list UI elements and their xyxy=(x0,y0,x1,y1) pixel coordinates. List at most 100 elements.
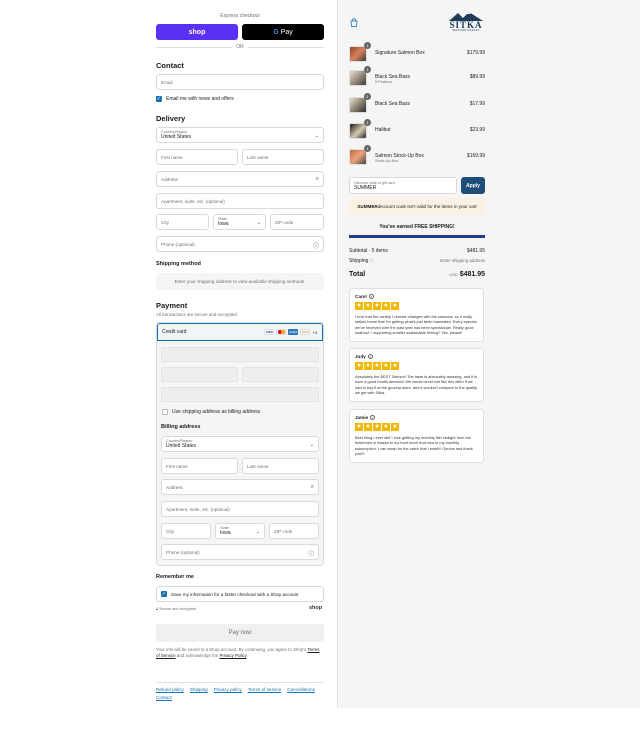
product-thumbnail xyxy=(349,123,367,139)
expiry-field[interactable] xyxy=(161,367,238,382)
verified-icon: ✓ xyxy=(367,354,373,359)
item-name: Signature Salmon Box xyxy=(375,50,425,56)
billing-city-field[interactable]: City xyxy=(161,523,211,539)
discount-code-field[interactable]: Discount code or gift card SUMMER xyxy=(349,177,457,194)
pay-now-button[interactable]: Pay now xyxy=(156,624,324,642)
terms-of-service-link[interactable]: Terms of service xyxy=(248,687,281,692)
contact-link[interactable]: Contact xyxy=(156,695,172,700)
last-name-field[interactable]: Last name xyxy=(242,149,324,165)
total-row: Total USD $481.95 xyxy=(349,271,485,278)
delivery-heading: Delivery xyxy=(156,114,186,123)
shop-pay-button[interactable]: shop xyxy=(156,24,238,40)
card-logos: VISA AMEX DISC +4 xyxy=(264,329,317,335)
secure-label-row: 🔒︎ Secure and encrypted xyxy=(156,607,196,611)
review-text: I love that the variety I receive change… xyxy=(355,314,477,336)
product-thumbnail xyxy=(349,70,367,86)
cancellations-link[interactable]: Cancellations xyxy=(287,687,315,692)
visa-icon: VISA xyxy=(264,329,275,335)
credit-card-option[interactable]: Credit card VISA AMEX DISC +4 xyxy=(157,323,323,341)
shipping-method-message: Enter your shipping address to view avai… xyxy=(156,273,324,290)
billing-country-select[interactable]: Country/Region United States ⌄ xyxy=(161,436,319,452)
apartment-field[interactable]: Apartment, suite, etc. (optional) xyxy=(156,193,324,209)
state-select[interactable]: State Iowa ⌄ xyxy=(213,214,266,230)
remember-heading: Remember me xyxy=(156,574,194,580)
sitka-logo[interactable]: SITKA SEAFOOD MARKET xyxy=(448,12,484,32)
phone-field[interactable]: Phone (optional) ⓘ xyxy=(156,236,324,252)
billing-state-select[interactable]: State Iowa ⌄ xyxy=(215,523,265,539)
or-label: OR xyxy=(236,44,244,50)
billing-zip-field[interactable]: ZIP code xyxy=(269,523,319,539)
billing-apartment-field[interactable]: Apartment, suite, etc. (optional) xyxy=(161,501,319,517)
first-name-field[interactable]: First name xyxy=(156,149,238,165)
billing-country-value: United States xyxy=(166,443,197,449)
country-select[interactable]: Country/Region United States ⌄ xyxy=(156,127,324,143)
apply-discount-button[interactable]: Apply xyxy=(461,177,485,194)
cart-item: 1 Halibut $23.99 xyxy=(349,119,485,141)
news-checkbox[interactable]: ✓ xyxy=(156,96,162,102)
address-field[interactable]: Address ⌕ xyxy=(156,171,324,187)
free-shipping-message: You've earned FREE SHIPPING! xyxy=(379,224,455,230)
billing-first-name-field[interactable]: First name xyxy=(161,458,238,474)
help-icon[interactable]: ⓘ xyxy=(308,549,314,558)
discount-warning: SUMMER discount code isn't valid for the… xyxy=(349,198,485,215)
subtotal-row: Subtotal · 5 items $481.95 xyxy=(349,248,485,254)
google-pay-button[interactable]: G Pay xyxy=(242,24,324,40)
reviewer-name-row: Judy ✓ xyxy=(355,354,478,359)
email-field[interactable]: Email xyxy=(156,74,324,90)
fine-print: Your info will be saved to a Shop accoun… xyxy=(156,647,324,659)
search-icon: ⌕ xyxy=(315,176,319,182)
product-thumbnail xyxy=(349,149,367,165)
billing-same-checkbox[interactable] xyxy=(162,409,168,415)
quantity-badge: 1 xyxy=(364,119,371,126)
reviewer-name-row: Jamie ✓ xyxy=(355,415,478,420)
shopping-bag-icon[interactable] xyxy=(350,18,358,29)
reviewer-name: Judy xyxy=(355,354,366,359)
security-code-field[interactable] xyxy=(242,367,319,382)
billing-phone-field[interactable]: Phone (optional) ⓘ xyxy=(161,544,319,560)
privacy-policy-link[interactable]: Privacy policy xyxy=(214,687,242,692)
save-info-checkbox[interactable]: ✓ xyxy=(161,591,167,597)
star-rating: ★ ★ ★ ★ ★ xyxy=(355,362,399,370)
privacy-link[interactable]: Privacy Policy xyxy=(219,653,246,658)
mastercard-icon xyxy=(276,329,287,335)
google-g-icon: G xyxy=(273,28,279,36)
shop-logo: shop xyxy=(309,605,323,611)
free-shipping-progress xyxy=(349,235,485,238)
city-field[interactable]: City xyxy=(156,214,209,230)
billing-address-placeholder: Address xyxy=(166,484,183,490)
news-checkbox-row[interactable]: ✓ Email me with news and offers xyxy=(156,96,234,102)
address-placeholder: Address xyxy=(161,176,178,182)
refund-policy-link[interactable]: Refund policy xyxy=(156,687,184,692)
billing-last-name-field[interactable]: Last name xyxy=(242,458,319,474)
subtotal-value: $481.95 xyxy=(466,248,485,254)
shipping-link[interactable]: Shipping xyxy=(190,687,208,692)
name-on-card-field[interactable] xyxy=(161,387,319,402)
verified-icon: ✓ xyxy=(368,294,374,299)
quantity-badge: 1 xyxy=(364,145,371,152)
help-icon[interactable]: ⓘ xyxy=(313,241,319,250)
amex-icon: AMEX xyxy=(288,329,299,335)
star-rating: ★ ★ ★ ★ ★ xyxy=(355,302,399,310)
save-info-row[interactable]: ✓ Save my information for a faster check… xyxy=(156,586,324,602)
verified-icon: ✓ xyxy=(370,415,376,420)
product-thumbnail xyxy=(349,46,367,62)
state-value: Iowa xyxy=(218,221,229,227)
footer-links: Refund policy Shipping Privacy policy Terms… xyxy=(156,682,324,702)
star-rating: ★ ★ ★ ★ ★ xyxy=(355,423,399,431)
card-number-field[interactable] xyxy=(161,347,319,362)
billing-address-field[interactable]: Address ⌕ xyxy=(161,479,319,495)
review-text: Best thing I ever did! I love getting my… xyxy=(355,435,473,457)
review-card: Carol ✓ ★ ★ ★ ★ ★ I love that the variety I r… xyxy=(349,288,484,342)
item-price: $23.99 xyxy=(469,127,485,133)
billing-state-value: Iowa xyxy=(220,530,231,536)
reviewer-name: Carol xyxy=(355,294,367,299)
billing-same-row[interactable]: Use shipping address as billing address xyxy=(162,409,260,415)
review-card: Judy ✓ ★ ★ ★ ★ ★ Absolutely the BEST Salmon! … xyxy=(349,348,484,402)
zip-field[interactable]: ZIP code xyxy=(270,214,324,230)
review-text: Absolutely the BEST Salmon! The taste is… xyxy=(355,374,478,396)
subtotal-label: Subtotal · 5 items xyxy=(349,248,388,254)
or-divider: OR xyxy=(156,44,324,50)
discover-icon: DISC xyxy=(300,329,311,335)
news-label: Email me with news and offers xyxy=(166,96,234,102)
reviewer-name-row: Carol ✓ xyxy=(355,294,478,299)
